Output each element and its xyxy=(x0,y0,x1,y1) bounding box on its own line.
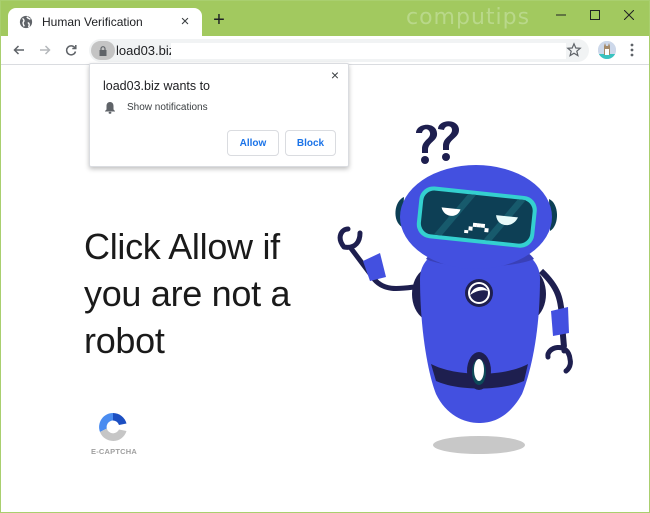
profile-avatar[interactable] xyxy=(598,41,616,59)
robot-shadow xyxy=(433,436,525,454)
close-window-button[interactable] xyxy=(609,1,649,29)
browser-window: Human Verification × + computips load03.… xyxy=(0,0,650,513)
avatar-icon xyxy=(598,41,616,59)
title-bar: Human Verification × + computips xyxy=(1,1,649,36)
tab-title: Human Verification xyxy=(42,15,143,29)
robot-left-arm xyxy=(337,226,415,292)
captcha-logo-icon xyxy=(99,413,127,442)
url-field-blank xyxy=(171,43,566,59)
site-info-button[interactable] xyxy=(91,41,115,60)
popup-title: load03.biz wants to xyxy=(103,79,211,93)
close-icon xyxy=(624,10,634,20)
notification-permission-popup: load03.biz wants to × Show notifications… xyxy=(89,63,349,167)
more-vert-icon[interactable] xyxy=(627,42,637,58)
watermark: computips xyxy=(406,5,531,30)
allow-button[interactable]: Allow xyxy=(227,130,279,156)
browser-toolbar: load03.biz/ xyxy=(1,36,649,65)
reload-icon xyxy=(65,45,77,56)
page-headline: Click Allow if you are not a robot xyxy=(84,226,291,361)
globe-icon xyxy=(19,15,33,29)
new-tab-button[interactable]: + xyxy=(209,10,229,31)
star-icon[interactable] xyxy=(566,42,582,58)
permission-text: Show notifications xyxy=(127,102,208,113)
popup-close-button[interactable]: × xyxy=(328,68,342,82)
block-button[interactable]: Block xyxy=(285,130,336,156)
robot-illustration xyxy=(337,121,573,454)
arrow-left-icon xyxy=(13,45,24,55)
arrow-right-icon xyxy=(40,45,51,55)
maximize-icon xyxy=(590,10,600,20)
forward-button[interactable] xyxy=(35,40,55,60)
url-text[interactable]: load03.biz/ xyxy=(116,43,179,58)
back-button[interactable] xyxy=(9,40,29,60)
address-bar[interactable]: load03.biz/ xyxy=(89,39,589,62)
minimize-icon xyxy=(556,14,566,16)
question-marks-icon xyxy=(416,121,459,164)
robot-body xyxy=(420,244,540,423)
captcha-label: E-CAPTCHA xyxy=(91,447,137,456)
tab-human-verification[interactable]: Human Verification × xyxy=(8,8,202,36)
tab-close-button[interactable]: × xyxy=(177,14,193,30)
lock-icon xyxy=(99,45,107,56)
reload-button[interactable] xyxy=(61,40,81,60)
robot-right-arm xyxy=(538,268,573,374)
bell-icon xyxy=(105,102,115,114)
